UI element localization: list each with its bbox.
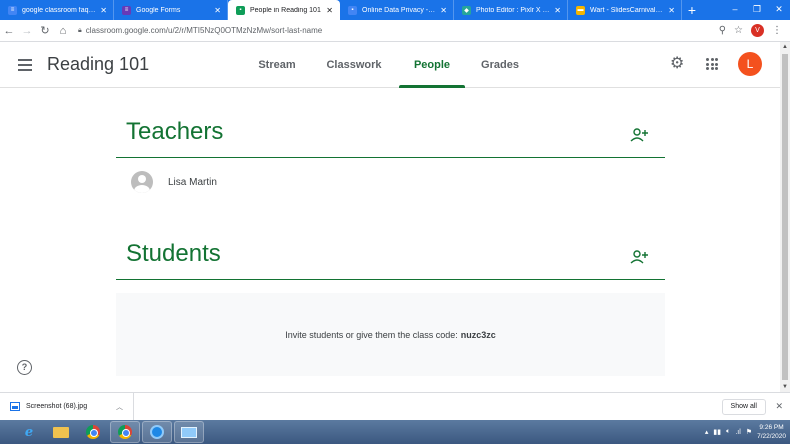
tab-title: Online Data Privacy - Go bbox=[362, 6, 437, 14]
page-scrollbar[interactable]: ▲ ▼ bbox=[780, 42, 790, 392]
windows-taskbar: e ▴ ▮▮ 🔈︎ .ıl ⚑ 9:26 PM 7/22/2020 bbox=[0, 420, 790, 444]
tab-classwork[interactable]: Classwork bbox=[309, 42, 399, 88]
list-item[interactable]: Lisa Martin bbox=[131, 171, 217, 193]
pixlr-icon: ◆ bbox=[462, 5, 471, 15]
teacher-name: Lisa Martin bbox=[168, 176, 217, 188]
browser-tab-google-forms[interactable]: ≡ Google Forms ✕ bbox=[114, 0, 228, 20]
sites-icon: ▪ bbox=[348, 5, 357, 15]
chevron-up-icon[interactable]: ︿ bbox=[116, 402, 123, 412]
download-file-name: Screenshot (68).jpg bbox=[26, 403, 88, 410]
chrome-profile-icon[interactable] bbox=[110, 421, 140, 443]
browser-tab-strip: ≡ google classroom faqs - ✕ ≡ Google For… bbox=[0, 0, 790, 20]
file-explorer-icon[interactable] bbox=[46, 421, 76, 443]
scroll-down-icon[interactable]: ▼ bbox=[780, 382, 790, 392]
forms-icon: ≡ bbox=[122, 5, 131, 15]
classroom-icon: ▪ bbox=[236, 5, 245, 15]
url-text: classroom.google.com/u/2/r/MTI5NzQ0OTMzN… bbox=[85, 26, 323, 35]
restore-icon[interactable]: ❐ bbox=[746, 0, 768, 20]
url-field[interactable]: 🔒︎ classroom.google.com/u/2/r/MTI5NzQ0OT… bbox=[78, 26, 719, 35]
tab-people[interactable]: People bbox=[399, 42, 465, 88]
tab-title: Google Forms bbox=[136, 6, 181, 14]
system-tray: ▴ ▮▮ 🔈︎ .ıl ⚑ 9:26 PM 7/22/2020 bbox=[705, 420, 786, 444]
close-icon[interactable]: ✕ bbox=[100, 6, 107, 15]
tab-title: Wart - SlidesCarnival - G bbox=[590, 6, 665, 14]
minimize-icon[interactable]: – bbox=[724, 0, 746, 20]
students-divider bbox=[116, 279, 665, 280]
browser-tab-people-reading[interactable]: ▪ People in Reading 101 ✕ bbox=[228, 0, 340, 20]
close-icon[interactable]: ✕ bbox=[326, 6, 333, 15]
add-teacher-icon[interactable] bbox=[630, 128, 648, 142]
close-icon[interactable]: ✕ bbox=[775, 401, 783, 412]
invite-students-box: Invite students or give them the class c… bbox=[116, 293, 665, 376]
show-all-button[interactable]: Show all bbox=[721, 399, 766, 415]
clock[interactable]: 9:26 PM 7/22/2020 bbox=[757, 423, 786, 441]
class-code: nuzc3zc bbox=[460, 329, 496, 340]
home-icon[interactable]: ⌂ bbox=[54, 25, 72, 37]
more-vert-icon[interactable]: ⋮ bbox=[772, 25, 782, 36]
zoom-icon[interactable]: ⚲ bbox=[719, 25, 726, 36]
browser-tab-slidescarnival[interactable]: ▬ Wart - SlidesCarnival - G ✕ bbox=[568, 0, 682, 20]
docs-icon: ≡ bbox=[8, 5, 17, 15]
new-tab-button[interactable]: + bbox=[682, 0, 702, 20]
classroom-tabs: Stream Classwork People Grades bbox=[245, 42, 535, 88]
bookmark-star-icon[interactable]: ☆ bbox=[734, 25, 743, 36]
clock-time: 9:26 PM bbox=[759, 424, 784, 431]
close-window-icon[interactable]: ✕ bbox=[768, 0, 790, 20]
forward-arrow-icon[interactable]: → bbox=[18, 25, 36, 37]
download-bar: Screenshot (68).jpg ︿ Show all ✕ bbox=[0, 392, 790, 421]
volume-icon[interactable]: 🔈︎ bbox=[726, 428, 730, 436]
students-heading: Students bbox=[126, 240, 221, 267]
snipping-tool-icon[interactable] bbox=[174, 421, 204, 443]
teachers-heading: Teachers bbox=[126, 118, 224, 145]
image-file-icon bbox=[10, 402, 20, 411]
tab-grades[interactable]: Grades bbox=[465, 42, 535, 88]
hamburger-menu-icon[interactable] bbox=[18, 56, 32, 74]
browser-tab-data-privacy[interactable]: ▪ Online Data Privacy - Go ✕ bbox=[340, 0, 454, 20]
download-item[interactable]: Screenshot (68).jpg ︿ bbox=[0, 392, 134, 421]
flag-icon[interactable]: ⚑ bbox=[746, 428, 752, 436]
close-icon[interactable]: ✕ bbox=[554, 6, 561, 15]
lock-icon: 🔒︎ bbox=[78, 26, 82, 34]
avatar[interactable]: L bbox=[738, 52, 762, 76]
gear-icon[interactable]: ⚙ bbox=[670, 56, 686, 72]
address-bar: ← → ↻ ⌂ 🔒︎ classroom.google.com/u/2/r/MT… bbox=[0, 20, 790, 42]
add-student-icon[interactable] bbox=[630, 250, 648, 264]
scroll-up-icon[interactable]: ▲ bbox=[780, 42, 790, 52]
media-player-icon[interactable] bbox=[142, 421, 172, 443]
tray-chevron-icon[interactable]: ▴ bbox=[705, 428, 709, 436]
chrome-icon[interactable] bbox=[78, 421, 108, 443]
teachers-divider bbox=[116, 157, 665, 158]
scroll-thumb[interactable] bbox=[782, 54, 788, 380]
avatar bbox=[131, 171, 153, 193]
browser-tab-pixlr[interactable]: ◆ Photo Editor : Pixlr X - fr ✕ bbox=[454, 0, 568, 20]
close-icon[interactable]: ✕ bbox=[214, 6, 221, 15]
close-icon[interactable]: ✕ bbox=[440, 6, 447, 15]
tab-title: Photo Editor : Pixlr X - fr bbox=[476, 6, 551, 14]
network-icon[interactable]: ▮▮ bbox=[713, 428, 721, 436]
reload-icon[interactable]: ↻ bbox=[36, 24, 54, 37]
signal-icon[interactable]: .ıl bbox=[735, 429, 740, 436]
browser-profile-avatar[interactable]: V bbox=[751, 24, 764, 37]
class-title[interactable]: Reading 101 bbox=[47, 54, 149, 75]
clock-date: 7/22/2020 bbox=[757, 433, 786, 440]
close-icon[interactable]: ✕ bbox=[668, 6, 675, 15]
tab-title: People in Reading 101 bbox=[250, 6, 321, 14]
tab-title: google classroom faqs - bbox=[22, 6, 97, 14]
invite-text: Invite students or give them the class c… bbox=[285, 329, 458, 340]
slides-icon: ▬ bbox=[576, 5, 585, 15]
apps-grid-icon[interactable] bbox=[706, 58, 718, 70]
help-icon[interactable]: ? bbox=[17, 360, 32, 375]
tab-stream[interactable]: Stream bbox=[245, 42, 309, 88]
back-arrow-icon[interactable]: ← bbox=[0, 25, 18, 37]
window-controls: – ❐ ✕ bbox=[724, 0, 790, 20]
classroom-header: Reading 101 Stream Classwork People Grad… bbox=[0, 42, 780, 88]
browser-tab-classroom-faqs[interactable]: ≡ google classroom faqs - ✕ bbox=[0, 0, 114, 20]
internet-explorer-icon[interactable]: e bbox=[14, 421, 44, 443]
